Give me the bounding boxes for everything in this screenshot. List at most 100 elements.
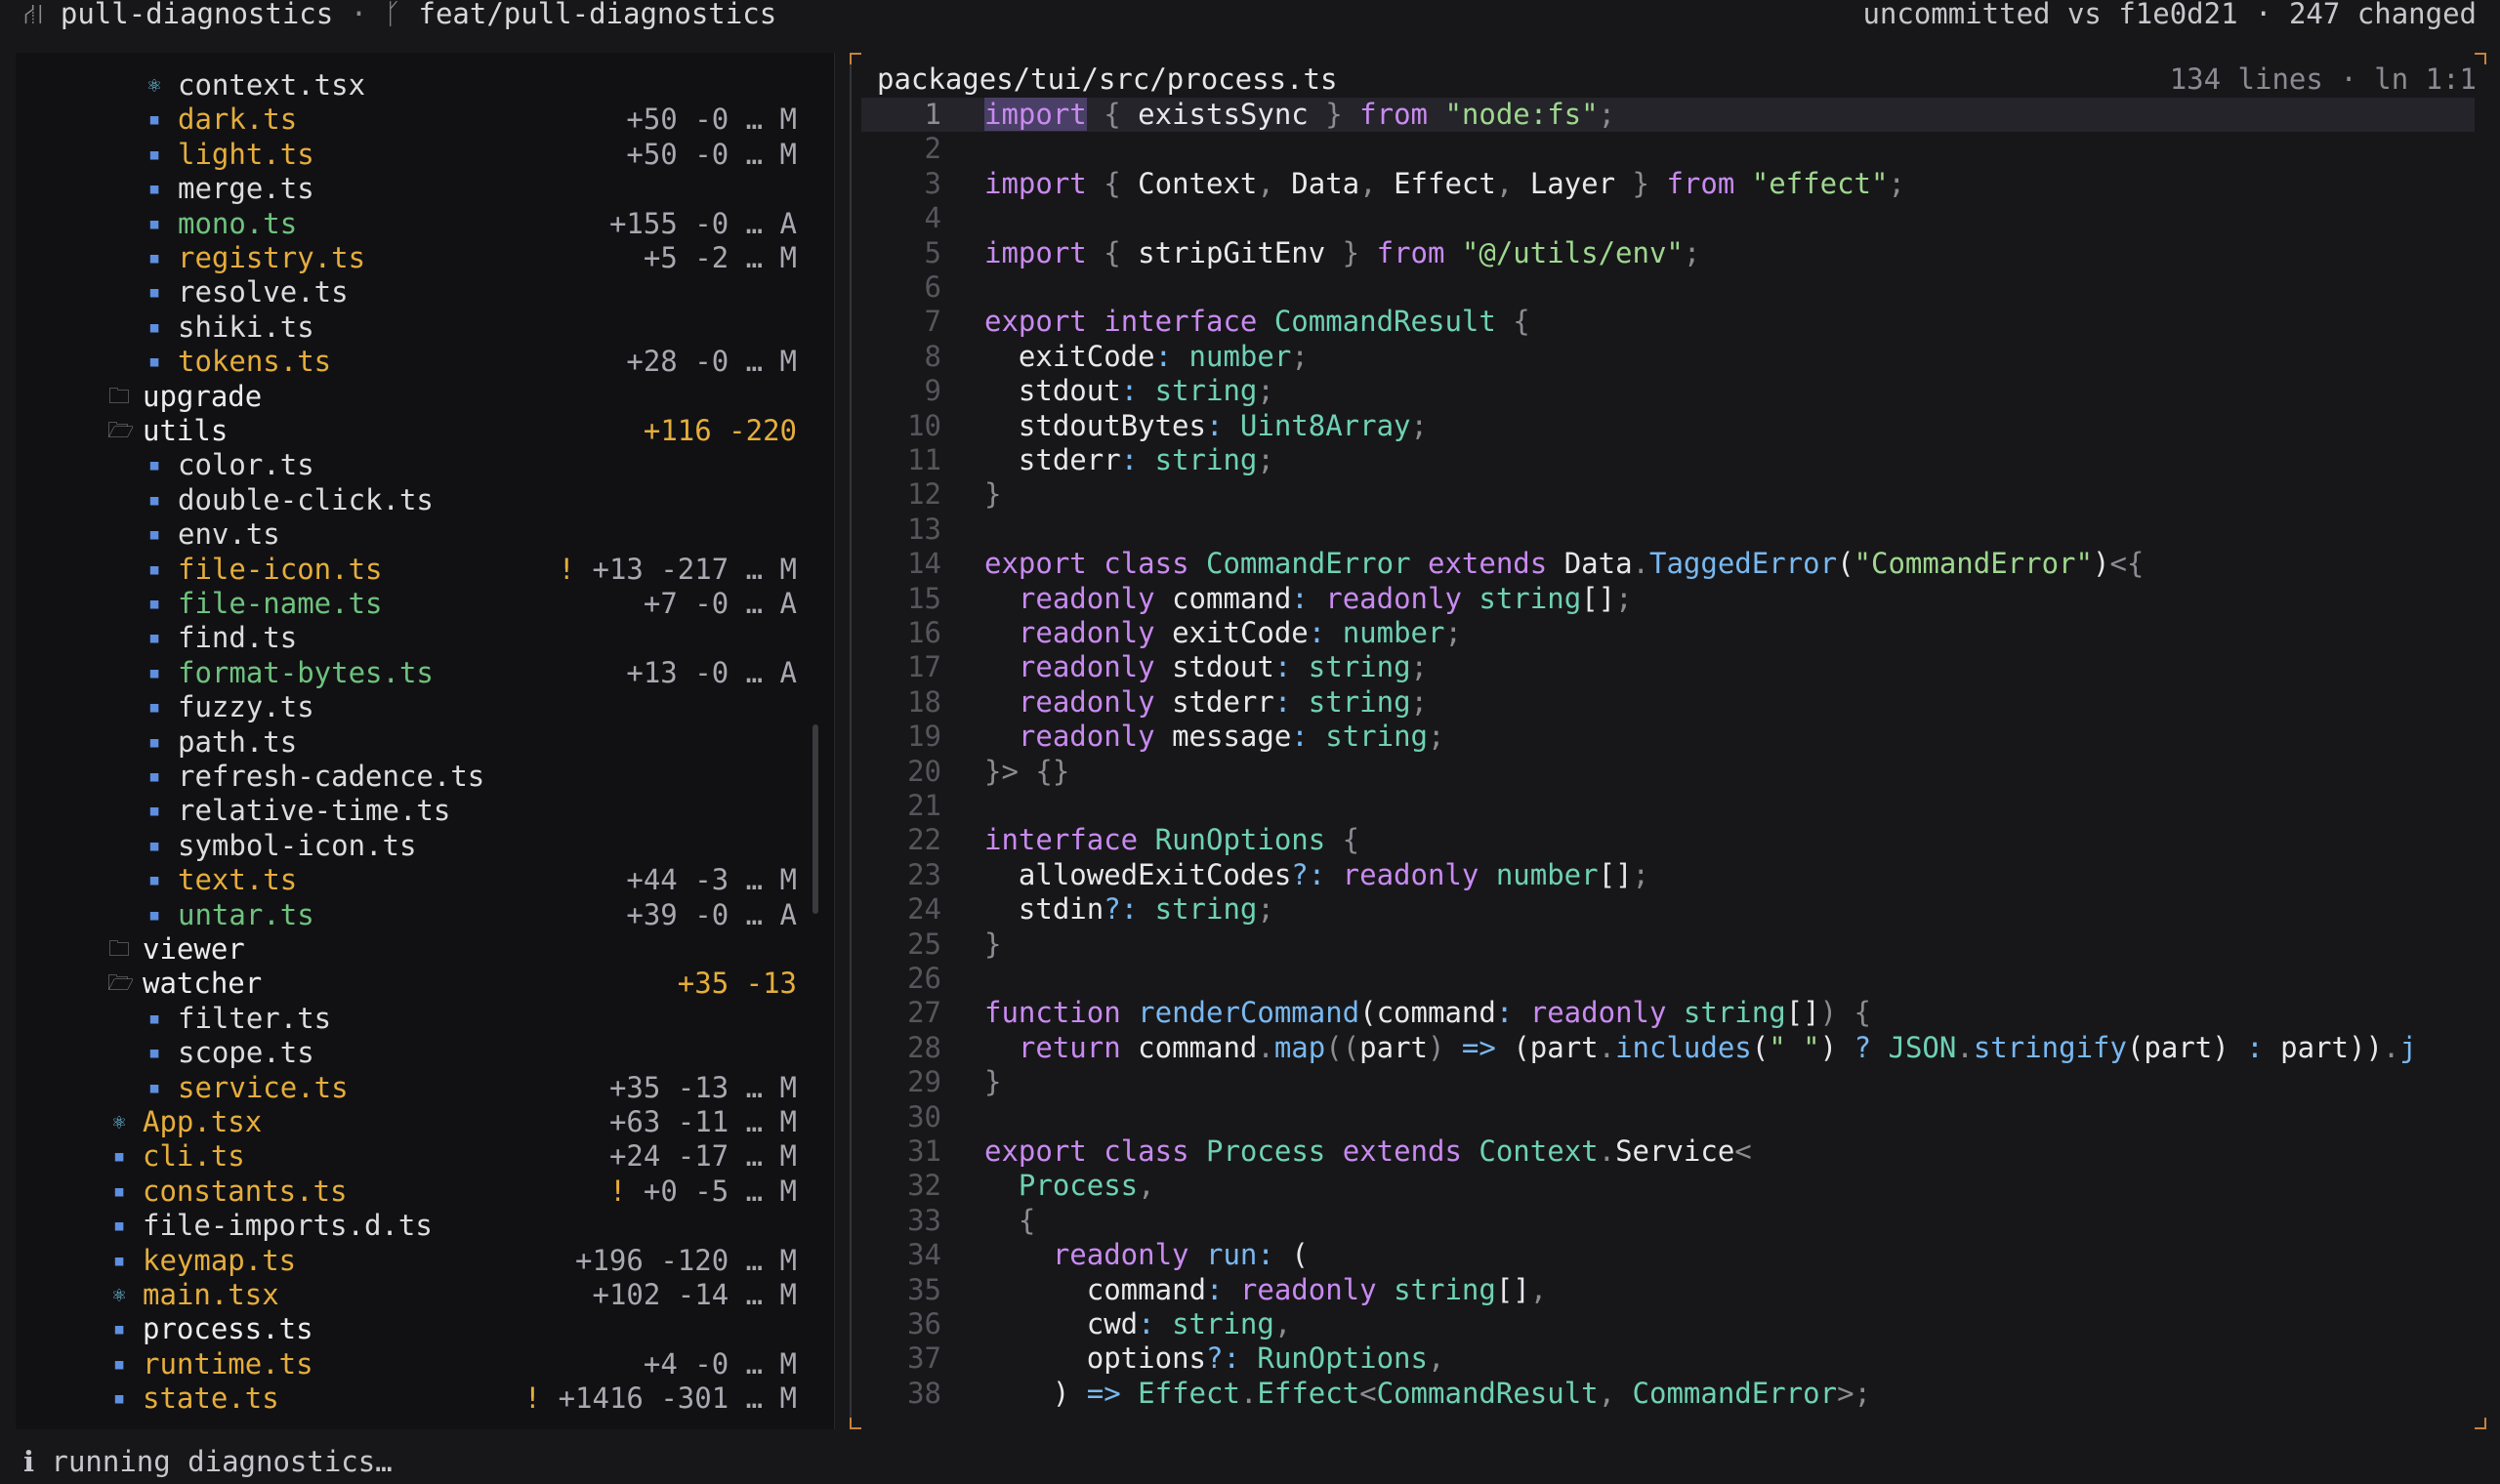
code-line[interactable]: 2 xyxy=(861,132,2475,166)
code-token: Effect xyxy=(1394,166,1496,200)
tree-file[interactable]: ▪ state.ts! +1416 -301 … M xyxy=(16,1381,816,1416)
tree-file[interactable]: ▪ tokens.ts +28 -0 … M xyxy=(16,345,816,379)
tree-file[interactable]: ▪ dark.ts +50 -0 … M xyxy=(16,103,816,137)
typescript-file-icon: ▪ xyxy=(112,1214,126,1239)
code-line[interactable]: 11 stderr: string; xyxy=(861,443,2475,477)
tree-file[interactable]: ▪ mono.ts +155 -0 … A xyxy=(16,207,816,241)
code-line[interactable]: 15 readonly command: readonly string[]; xyxy=(861,582,2475,616)
tree-file[interactable]: ▪ file-icon.ts! +13 -217 … M xyxy=(16,553,816,587)
tree-file[interactable]: ▪ cli.ts +24 -17 … M xyxy=(16,1139,816,1174)
tree-file[interactable]: ▪ light.ts +50 -0 … M xyxy=(16,138,816,172)
code-line[interactable]: 20}> {} xyxy=(861,755,2475,789)
code-token: export xyxy=(984,1134,1087,1168)
tree-file[interactable]: ▪ file-name.ts +7 -0 … A xyxy=(16,587,816,621)
file-tree[interactable]: ⚛ context.tsx ▪ dark.ts +50 -0 … M ▪ light.ts +… xyxy=(16,53,835,1429)
diff-stat: +155 -0 … A xyxy=(608,206,797,240)
line-number: 2 xyxy=(924,132,941,166)
code-line[interactable]: 14 export class CommandError extends Data… xyxy=(861,547,2475,581)
code-line[interactable]: 10 stdoutBytes: Uint8Array; xyxy=(861,409,2475,443)
tree-file[interactable]: ▪ untar.ts +39 -0 … A xyxy=(16,898,816,932)
code-line[interactable]: 7 export interface CommandResult { xyxy=(861,305,2475,339)
code-token: ?: xyxy=(1104,892,1139,927)
tree-file[interactable]: ▪ shiki.ts xyxy=(16,310,816,345)
tree-file[interactable]: ▪ merge.ts xyxy=(16,172,816,206)
tree-file[interactable]: ▪ symbol-icon.ts xyxy=(16,829,816,863)
code-line[interactable]: 36 cwd: string, xyxy=(861,1307,2475,1341)
code-token: { xyxy=(1086,98,1139,131)
code-line[interactable]: 25} xyxy=(861,928,2475,962)
code-line[interactable]: 38 ) => Effect.Effect<CommandResult, Com… xyxy=(861,1377,2475,1411)
tree-file[interactable]: ▪ file-imports.d.ts xyxy=(16,1209,816,1243)
diff-stat: +24 -17 … M xyxy=(608,1139,797,1174)
code-line[interactable]: 32 Process, xyxy=(861,1169,2475,1203)
tree-folder[interactable]: 🗀 upgrade xyxy=(16,380,816,414)
code-line[interactable]: 24 stdin?: string; xyxy=(861,892,2475,927)
code-line[interactable]: 8 exitCode: number; xyxy=(861,340,2475,374)
tree-file[interactable]: ▪ format-bytes.ts +13 -0 … A xyxy=(16,656,816,690)
tree-file[interactable]: ▪ double-click.ts xyxy=(16,483,816,517)
code-line[interactable]: 9 stdout: string; xyxy=(861,374,2475,408)
code-line[interactable]: 12} xyxy=(861,477,2475,512)
tree-scrollbar[interactable] xyxy=(812,724,818,914)
code-token: ; xyxy=(1888,166,1905,200)
code-line[interactable]: 35 command: readonly string[], xyxy=(861,1273,2475,1307)
code-line[interactable]: 22 interface RunOptions { xyxy=(861,823,2475,857)
tree-file[interactable]: ⚛ App.tsx +63 -11 … M xyxy=(16,1105,816,1139)
code-line[interactable]: 29} xyxy=(861,1065,2475,1099)
tree-file[interactable]: ▪ keymap.ts +196 -120 … M xyxy=(16,1244,816,1278)
code-text: readonly stderr: string; xyxy=(984,685,1428,720)
tree-file[interactable]: ▪ color.ts xyxy=(16,448,816,482)
tree-file[interactable]: ▪ scope.ts xyxy=(16,1036,816,1070)
code-line[interactable]: 31 export class Process extends Context.S… xyxy=(861,1134,2475,1169)
code-line[interactable]: 5 import { stripGitEnv } from "@/utils/en… xyxy=(861,236,2475,270)
code-line[interactable]: 6 xyxy=(861,270,2475,305)
code-line[interactable]: 23 allowedExitCodes?: readonly number[]; xyxy=(861,858,2475,892)
tree-folder[interactable]: 🗀 viewer xyxy=(16,932,816,967)
code-line[interactable]: 16 readonly exitCode: number; xyxy=(861,616,2475,650)
code-editor[interactable]: packages/tui/src/process.ts 134 lines · … xyxy=(850,53,2486,1429)
code-token: Data xyxy=(1563,547,1633,581)
tree-file[interactable]: ▪ relative-time.ts xyxy=(16,794,816,828)
code-token: : xyxy=(1291,720,1309,754)
code-line[interactable]: 19 readonly message: string; xyxy=(861,720,2475,754)
tree-file[interactable]: ▪ registry.ts +5 -2 … M xyxy=(16,241,816,275)
code-token: ( xyxy=(1291,1238,1309,1272)
code-line[interactable]: 27 function renderCommand(command: readon… xyxy=(861,996,2475,1030)
line-number: 35 xyxy=(907,1272,941,1306)
tree-file[interactable]: ▪ service.ts +35 -13 … M xyxy=(16,1071,816,1105)
code-line[interactable]: 21 xyxy=(861,789,2475,823)
code-line[interactable]: 18 readonly stderr: string; xyxy=(861,685,2475,720)
code-line[interactable]: 17 readonly stdout: string; xyxy=(861,650,2475,684)
code-token: (part xyxy=(1513,1030,1599,1064)
tree-file[interactable]: ▪ resolve.ts xyxy=(16,275,816,309)
code-line[interactable]: 33 { xyxy=(861,1204,2475,1238)
code-line[interactable]: 28 return command.map((part) => (part.in… xyxy=(861,1031,2475,1065)
tree-file[interactable]: ▪ text.ts +44 -3 … M xyxy=(16,863,816,897)
code-token: readonly xyxy=(1239,1272,1377,1306)
code-token: readonly xyxy=(1018,720,1155,754)
tree-file[interactable]: ▪ constants.ts! +0 -5 … M xyxy=(16,1175,816,1209)
tree-file[interactable]: ⚛ context.tsx xyxy=(16,68,816,103)
tree-file[interactable]: ▪ refresh-cadence.ts xyxy=(16,760,816,794)
tree-file[interactable]: ⚛ main.tsx +102 -14 … M xyxy=(16,1278,816,1312)
tree-file[interactable]: ▪ find.ts xyxy=(16,621,816,655)
tree-folder[interactable]: 🗁 utils +116 -220 xyxy=(16,414,816,448)
tree-file[interactable]: ▪ fuzzy.ts xyxy=(16,690,816,724)
code-line[interactable]: 4 xyxy=(861,201,2475,235)
tree-file[interactable]: ▪ runtime.ts +4 -0 … M xyxy=(16,1347,816,1381)
code-line[interactable]: 13 xyxy=(861,513,2475,547)
tree-file[interactable]: ▪ path.ts xyxy=(16,725,816,760)
tree-folder[interactable]: 🗁 watcher +35 -13 xyxy=(16,967,816,1001)
code-line[interactable]: 3 import { Context, Data, Effect, Layer }… xyxy=(861,167,2475,201)
code-line[interactable]: 34 readonly run: ( xyxy=(861,1238,2475,1272)
tree-file[interactable]: ▪ env.ts xyxy=(16,517,816,552)
tree-file[interactable]: ▪ filter.ts xyxy=(16,1002,816,1036)
code-line[interactable]: 37 options?: RunOptions, xyxy=(861,1341,2475,1376)
tree-file[interactable]: ▪ process.ts xyxy=(16,1312,816,1346)
code-line[interactable]: 30 xyxy=(861,1100,2475,1134)
code-token: ?: xyxy=(1205,1341,1240,1376)
code-line[interactable]: 26 xyxy=(861,962,2475,996)
code-line[interactable]: 1 import { existsSync } from "node:fs"; xyxy=(861,98,2475,133)
